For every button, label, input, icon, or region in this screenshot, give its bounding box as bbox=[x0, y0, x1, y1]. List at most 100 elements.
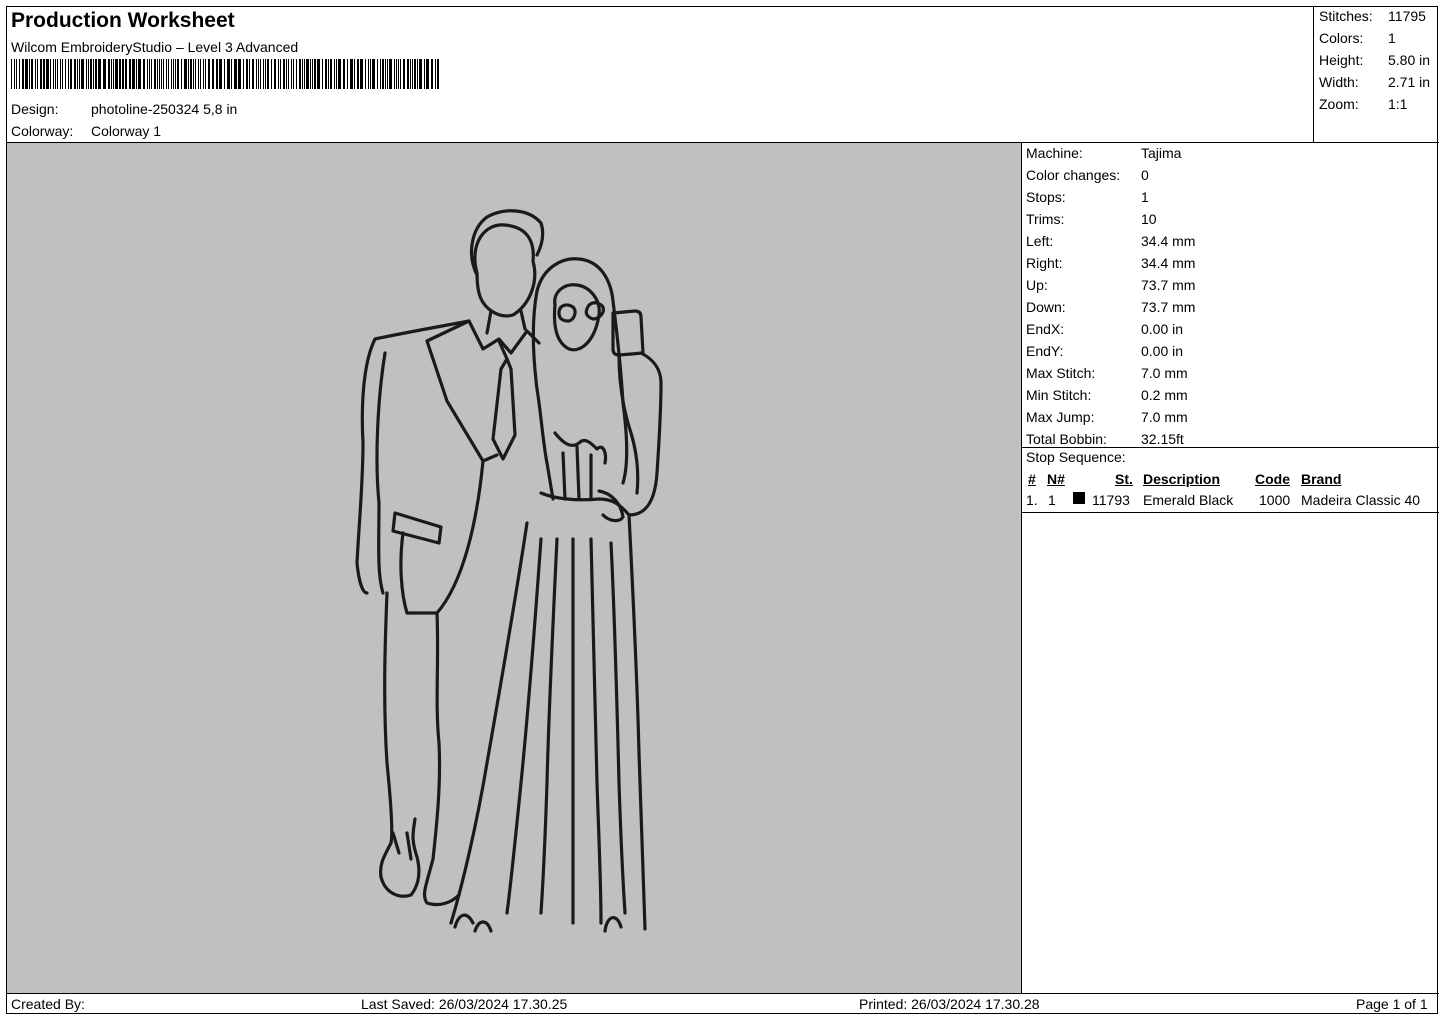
barcode-bar bbox=[330, 59, 332, 89]
barcode-bar bbox=[95, 59, 97, 89]
barcode-bar bbox=[168, 59, 169, 89]
barcode-bar bbox=[188, 59, 189, 89]
barcode-bar bbox=[177, 59, 179, 89]
barcode-bar bbox=[263, 59, 264, 89]
barcode-bar bbox=[11, 59, 12, 89]
barcode-bar bbox=[163, 59, 164, 89]
info-color-changes: Color changes: 0 bbox=[1026, 167, 1149, 183]
info-endy: EndY: 0.00 in bbox=[1026, 343, 1184, 359]
woman-waist bbox=[539, 491, 631, 517]
barcode-bar bbox=[208, 59, 210, 89]
barcode-bar bbox=[368, 59, 369, 89]
barcode-bar bbox=[184, 59, 187, 89]
stat-zoom: Zoom: 1:1 bbox=[1319, 96, 1408, 112]
barcode-bar bbox=[343, 59, 345, 89]
worksheet-header: Production Worksheet Wilcom EmbroiderySt… bbox=[7, 7, 1314, 143]
barcode-bar bbox=[111, 59, 112, 89]
barcode-bar bbox=[19, 59, 20, 89]
woman-hand-waist bbox=[597, 489, 625, 523]
barcode-bar bbox=[407, 59, 409, 89]
barcode-bar bbox=[243, 59, 244, 89]
row-index: 1. bbox=[1026, 492, 1038, 508]
barcode-bar bbox=[31, 59, 33, 89]
barcode-bar bbox=[57, 59, 58, 89]
row-description: Emerald Black bbox=[1143, 492, 1234, 508]
barcode-bar bbox=[396, 59, 397, 89]
barcode-bar bbox=[181, 59, 182, 89]
barcode-bar bbox=[372, 59, 375, 89]
barcode-bar bbox=[338, 59, 341, 89]
barcode bbox=[11, 59, 439, 89]
barcode-bar bbox=[426, 59, 429, 89]
man-shoe-detail bbox=[391, 831, 413, 861]
barcode-bar bbox=[198, 59, 199, 89]
printed-date: Printed: 26/03/2024 17.30.28 bbox=[859, 996, 1040, 1012]
barcode-bar bbox=[129, 59, 131, 89]
barcode-bar bbox=[291, 59, 292, 89]
barcode-bar bbox=[382, 59, 384, 89]
barcode-bar bbox=[231, 59, 232, 89]
thread-color-swatch bbox=[1073, 492, 1085, 504]
man-tie bbox=[491, 339, 517, 461]
colorway-label: Colorway: bbox=[11, 123, 74, 139]
man-collar bbox=[467, 319, 541, 355]
barcode-bar bbox=[334, 59, 335, 89]
barcode-bar bbox=[143, 59, 145, 89]
info-machine: Machine: Tajima bbox=[1026, 145, 1182, 161]
barcode-bar bbox=[328, 59, 329, 89]
barcode-bar bbox=[414, 59, 416, 89]
software-name: Wilcom EmbroideryStudio – Level 3 Advanc… bbox=[11, 39, 299, 55]
col-index: # bbox=[1028, 471, 1036, 487]
barcode-bar bbox=[389, 59, 392, 89]
man-leg-right bbox=[422, 611, 461, 907]
barcode-bar bbox=[171, 59, 172, 89]
barcode-bar bbox=[203, 59, 204, 89]
barcode-bar bbox=[431, 59, 433, 89]
barcode-bar bbox=[212, 59, 214, 89]
barcode-bar bbox=[410, 59, 411, 89]
barcode-bar bbox=[336, 59, 337, 89]
stat-height: Height: 5.80 in bbox=[1319, 52, 1431, 68]
stat-width: Width: 2.71 in bbox=[1319, 74, 1431, 90]
info-max-jump: Max Jump: 7.0 mm bbox=[1026, 409, 1188, 425]
barcode-bar bbox=[157, 59, 158, 89]
col-brand: Brand bbox=[1301, 471, 1342, 487]
barcode-bar bbox=[14, 59, 15, 89]
barcode-bar bbox=[79, 59, 80, 89]
row-brand: Madeira Classic 40 bbox=[1301, 492, 1421, 508]
barcode-bar bbox=[271, 59, 272, 89]
barcode-bar bbox=[296, 59, 297, 89]
barcode-bar bbox=[136, 59, 137, 89]
barcode-bar bbox=[322, 59, 323, 89]
info-right: Right: 34.4 mm bbox=[1026, 255, 1196, 271]
barcode-bar bbox=[119, 59, 121, 89]
barcode-bar bbox=[260, 59, 261, 89]
barcode-bar bbox=[347, 59, 348, 89]
col-code: Code bbox=[1255, 471, 1290, 487]
barcode-bar bbox=[304, 59, 305, 89]
info-trims: Trims: 10 bbox=[1026, 211, 1157, 227]
barcode-bar bbox=[283, 59, 285, 89]
barcode-bar bbox=[90, 59, 92, 89]
barcode-bar bbox=[377, 59, 378, 89]
barcode-bar bbox=[193, 59, 194, 89]
barcode-bar bbox=[25, 59, 28, 89]
woman-skirt-fold-4 bbox=[589, 537, 603, 925]
colorway-value: Colorway 1 bbox=[91, 123, 162, 139]
barcode-bar bbox=[195, 59, 196, 89]
barcode-bar bbox=[62, 59, 63, 89]
barcode-bar bbox=[306, 59, 309, 89]
woman-hair bbox=[535, 257, 629, 485]
barcode-bar bbox=[122, 59, 124, 89]
barcode-bar bbox=[77, 59, 78, 89]
man-neck bbox=[485, 309, 527, 335]
barcode-bar bbox=[400, 59, 401, 89]
design-stats: Stitches: 11795 Colors: 1 Height: 5.80 in W… bbox=[1314, 7, 1439, 143]
man-head bbox=[473, 223, 537, 318]
barcode-bar bbox=[293, 59, 294, 89]
barcode-bar bbox=[234, 59, 237, 89]
stop-sequence-title: Stop Sequence: bbox=[1026, 449, 1126, 465]
barcode-bar bbox=[81, 59, 84, 89]
barcode-bar bbox=[252, 59, 254, 89]
barcode-bar bbox=[417, 59, 418, 89]
